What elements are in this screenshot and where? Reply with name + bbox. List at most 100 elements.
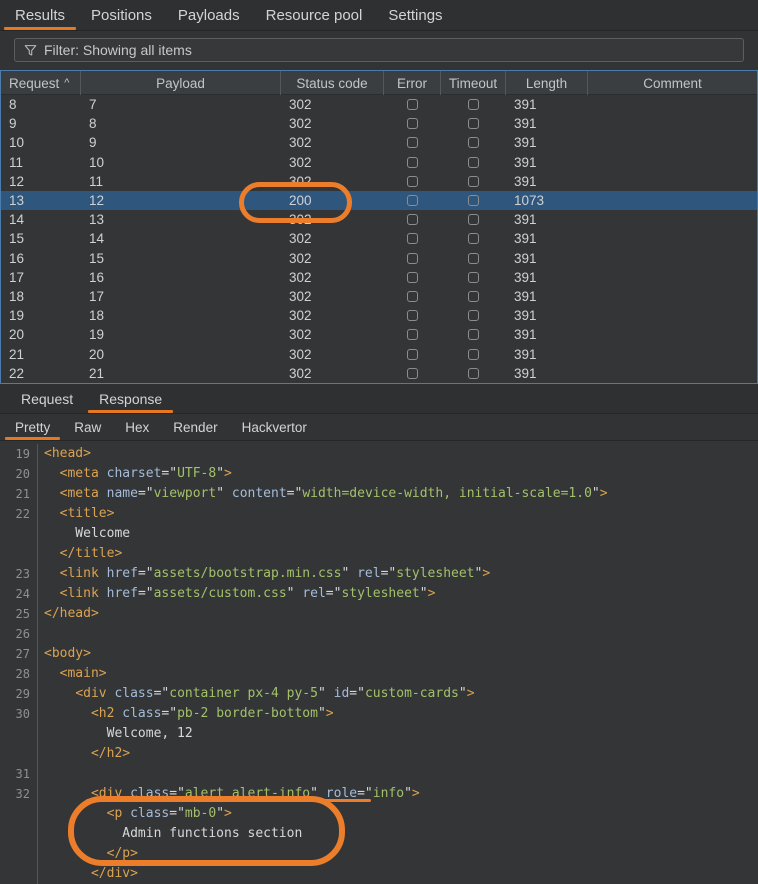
error-checkbox[interactable] [407, 349, 418, 360]
tab-results[interactable]: Results [2, 0, 78, 30]
cell-payload: 12 [81, 193, 281, 208]
timeout-checkbox[interactable] [468, 329, 479, 340]
code-text: </h2> [38, 744, 130, 764]
table-row[interactable]: 1211302391 [1, 172, 757, 191]
error-checkbox[interactable] [407, 195, 418, 206]
error-checkbox[interactable] [407, 214, 418, 225]
timeout-checkbox[interactable] [468, 195, 479, 206]
error-checkbox[interactable] [407, 176, 418, 187]
column-header-status_code[interactable]: Status code [281, 71, 384, 95]
timeout-checkbox[interactable] [468, 99, 479, 110]
timeout-checkbox[interactable] [468, 137, 479, 148]
error-checkbox[interactable] [407, 157, 418, 168]
table-row[interactable]: 2120302391 [1, 344, 757, 363]
cell-payload: 15 [81, 251, 281, 266]
code-token-text: =" [381, 566, 397, 581]
code-text: <body> [38, 644, 91, 664]
error-checkbox[interactable] [407, 137, 418, 148]
error-checkbox[interactable] [407, 329, 418, 340]
error-checkbox[interactable] [407, 310, 418, 321]
table-row[interactable]: 1413302391 [1, 210, 757, 229]
column-header-payload[interactable]: Payload [81, 71, 281, 95]
cell-status-code: 302 [281, 135, 384, 150]
table-row[interactable]: 109302391 [1, 133, 757, 152]
code-token-string: width=device-width, initial-scale=1.0 [302, 486, 592, 501]
timeout-checkbox[interactable] [468, 118, 479, 129]
table-row[interactable]: 2019302391 [1, 325, 757, 344]
table-row[interactable]: 98302391 [1, 114, 757, 133]
code-token-tag: > [482, 566, 490, 581]
timeout-checkbox[interactable] [468, 157, 479, 168]
code-token-text [44, 686, 75, 701]
table-row[interactable]: 1716302391 [1, 268, 757, 287]
filter-bar[interactable]: Filter: Showing all items [14, 38, 744, 62]
timeout-checkbox[interactable] [468, 291, 479, 302]
column-header-comment[interactable]: Comment [588, 71, 757, 95]
tab-request[interactable]: Request [8, 384, 86, 413]
table-row[interactable]: 1918302391 [1, 306, 757, 325]
table-row[interactable]: 13122001073 [1, 191, 757, 210]
cell-timeout [441, 368, 506, 379]
tab-settings[interactable]: Settings [375, 0, 455, 30]
timeout-checkbox[interactable] [468, 233, 479, 244]
view-tab-hex[interactable]: Hex [113, 414, 161, 440]
timeout-checkbox[interactable] [468, 349, 479, 360]
table-row[interactable]: 1615302391 [1, 249, 757, 268]
timeout-checkbox[interactable] [468, 253, 479, 264]
error-checkbox[interactable] [407, 272, 418, 283]
view-tab-pretty[interactable]: Pretty [3, 414, 62, 440]
tab-positions[interactable]: Positions [78, 0, 165, 30]
code-token-text [44, 506, 60, 521]
tab-resource-pool[interactable]: Resource pool [253, 0, 376, 30]
column-header-length[interactable]: Length [506, 71, 588, 95]
error-checkbox[interactable] [407, 368, 418, 379]
line-number: 30 [0, 704, 38, 724]
column-header-timeout[interactable]: Timeout [441, 71, 506, 95]
view-tab-raw[interactable]: Raw [62, 414, 113, 440]
tab-payloads[interactable]: Payloads [165, 0, 253, 30]
tab-response[interactable]: Response [86, 384, 175, 413]
error-checkbox[interactable] [407, 291, 418, 302]
table-row[interactable]: 1110302391 [1, 153, 757, 172]
code-text: <main> [38, 664, 107, 684]
error-checkbox[interactable] [407, 253, 418, 264]
code-token-text [44, 566, 60, 581]
cell-length: 391 [506, 270, 588, 285]
cell-timeout [441, 233, 506, 244]
cell-payload: 14 [81, 231, 281, 246]
cell-status-code: 302 [281, 347, 384, 362]
table-row[interactable]: 1514302391 [1, 229, 757, 248]
cell-error [384, 291, 441, 302]
cell-error [384, 137, 441, 148]
code-token-tag: </p> [107, 846, 138, 861]
view-tab-hackvertor[interactable]: Hackvertor [230, 414, 319, 440]
view-tab-render[interactable]: Render [161, 414, 229, 440]
cell-timeout [441, 329, 506, 340]
cell-request: 13 [1, 193, 81, 208]
error-checkbox[interactable] [407, 233, 418, 244]
table-row[interactable]: 2221302391 [1, 364, 757, 383]
code-line: 21 <meta name="viewport" content="width=… [0, 484, 758, 504]
line-number [0, 724, 38, 744]
cell-status-code: 302 [281, 174, 384, 189]
timeout-checkbox[interactable] [468, 310, 479, 321]
cell-error [384, 157, 441, 168]
timeout-checkbox[interactable] [468, 214, 479, 225]
cell-status-code: 302 [281, 251, 384, 266]
timeout-checkbox[interactable] [468, 368, 479, 379]
results-table: Request^PayloadStatus codeErrorTimeout Le… [0, 70, 758, 384]
cell-request: 18 [1, 289, 81, 304]
column-header-label: Length [526, 76, 567, 91]
cell-error [384, 329, 441, 340]
error-checkbox[interactable] [407, 99, 418, 110]
code-token-text: =" [287, 486, 303, 501]
code-line: 25</head> [0, 604, 758, 624]
timeout-checkbox[interactable] [468, 176, 479, 187]
error-checkbox[interactable] [407, 118, 418, 129]
column-header-request[interactable]: Request^ [1, 71, 81, 95]
table-row[interactable]: 87302391 [1, 95, 757, 114]
column-header-error[interactable]: Error [384, 71, 441, 95]
table-row[interactable]: 1817302391 [1, 287, 757, 306]
response-pretty-view[interactable]: 19<head>20 <meta charset="UTF-8">21 <met… [0, 441, 758, 884]
timeout-checkbox[interactable] [468, 272, 479, 283]
